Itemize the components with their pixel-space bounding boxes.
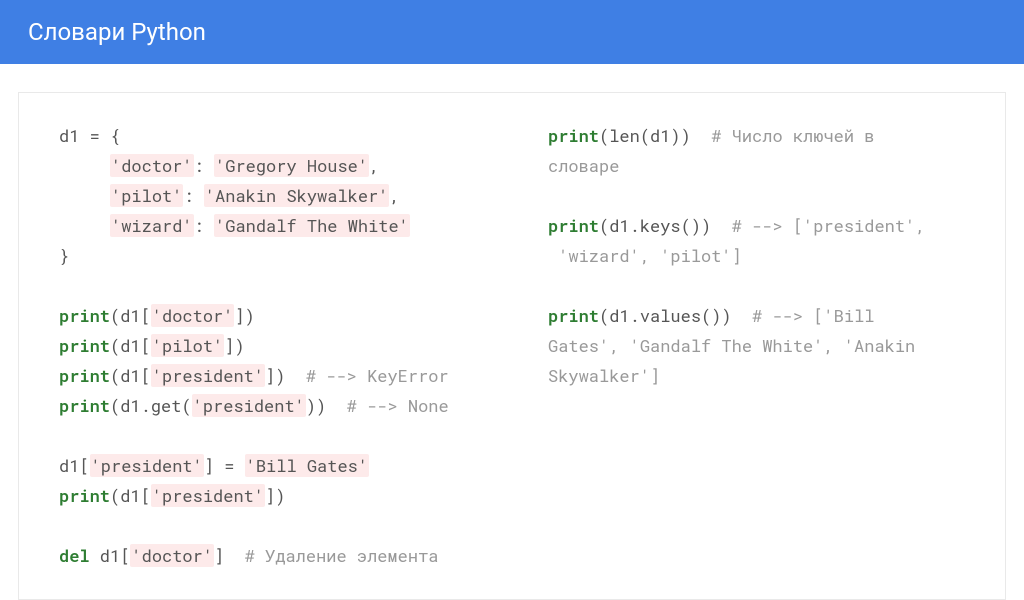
code-line: print(d1['president']) bbox=[59, 484, 285, 507]
code-line: print(len(d1)) # Число ключей в bbox=[548, 124, 874, 147]
code-card: d1 = { 'doctor': 'Gregory House', 'pilot… bbox=[18, 92, 1006, 600]
code-line: print(d1['pilot']) bbox=[59, 334, 245, 357]
code-left-column: d1 = { 'doctor': 'Gregory House', 'pilot… bbox=[59, 121, 488, 571]
page-title: Словари Python bbox=[28, 18, 206, 46]
code-line: del d1['doctor'] # Удаление элемента bbox=[59, 544, 439, 567]
code-line: print(d1.keys()) # --> ['president', bbox=[548, 214, 925, 237]
code-line: 'wizard', 'pilot'] bbox=[548, 244, 742, 267]
header: Словари Python bbox=[0, 0, 1024, 64]
code-right-column: print(len(d1)) # Число ключей в словаре … bbox=[548, 121, 977, 571]
code-line: } bbox=[59, 244, 69, 267]
code-line: словаре bbox=[548, 154, 619, 177]
code-line: print(d1.get('president')) # --> None bbox=[59, 394, 449, 417]
code-line: d1['president'] = 'Bill Gates' bbox=[59, 454, 369, 477]
code-line: print(d1['doctor']) bbox=[59, 304, 255, 327]
code-line: 'wizard': 'Gandalf The White' bbox=[59, 214, 410, 237]
code-line: Gates', 'Gandalf The White', 'Anakin bbox=[548, 334, 915, 357]
code-line: Skywalker'] bbox=[548, 364, 660, 387]
code-line: d1 = { bbox=[59, 124, 120, 147]
code-line: 'doctor': 'Gregory House', bbox=[59, 154, 379, 177]
code-line: 'pilot': 'Anakin Skywalker', bbox=[59, 184, 400, 207]
code-line: print(d1['president']) # --> KeyError bbox=[59, 364, 449, 387]
code-line: print(d1.values()) # --> ['Bill bbox=[548, 304, 874, 327]
